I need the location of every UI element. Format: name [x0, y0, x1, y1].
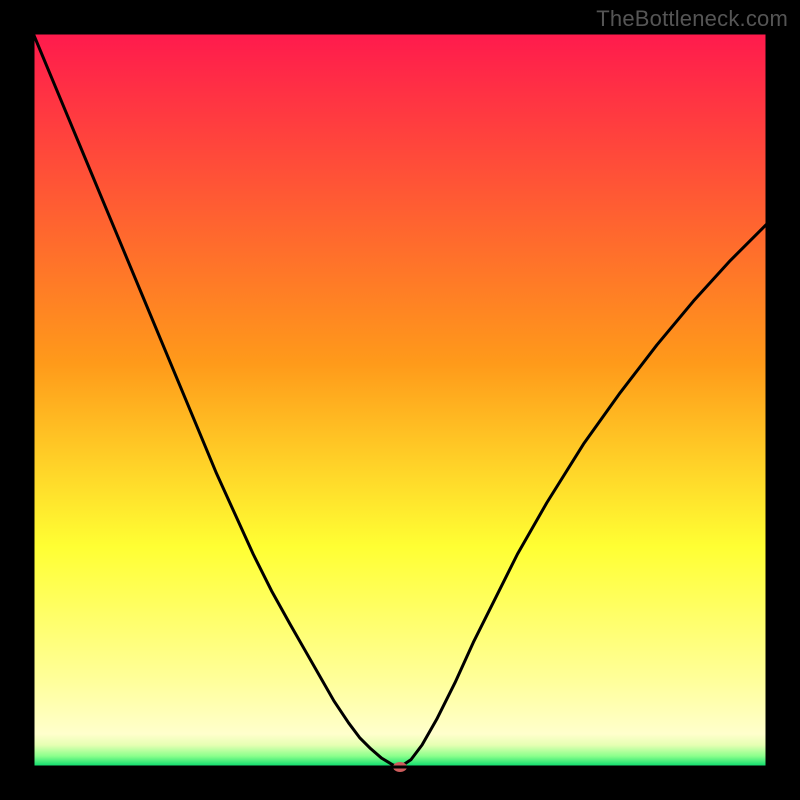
watermark-text: TheBottleneck.com [596, 6, 788, 32]
chart-container: TheBottleneck.com [0, 0, 800, 800]
chart-svg [0, 0, 800, 800]
chart-plot-background [33, 33, 767, 767]
